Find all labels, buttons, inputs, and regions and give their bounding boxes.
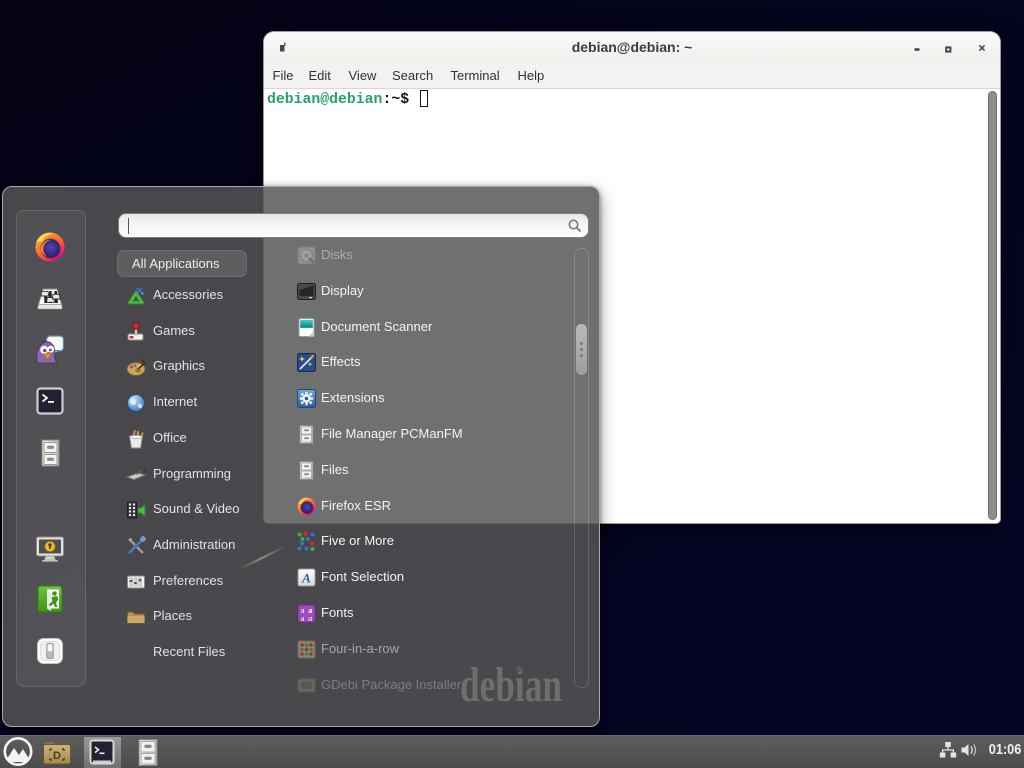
svg-text:A: A	[301, 571, 311, 586]
svg-text:a: a	[301, 613, 305, 623]
svg-text:a: a	[308, 613, 312, 623]
svg-text:D: D	[53, 750, 61, 762]
